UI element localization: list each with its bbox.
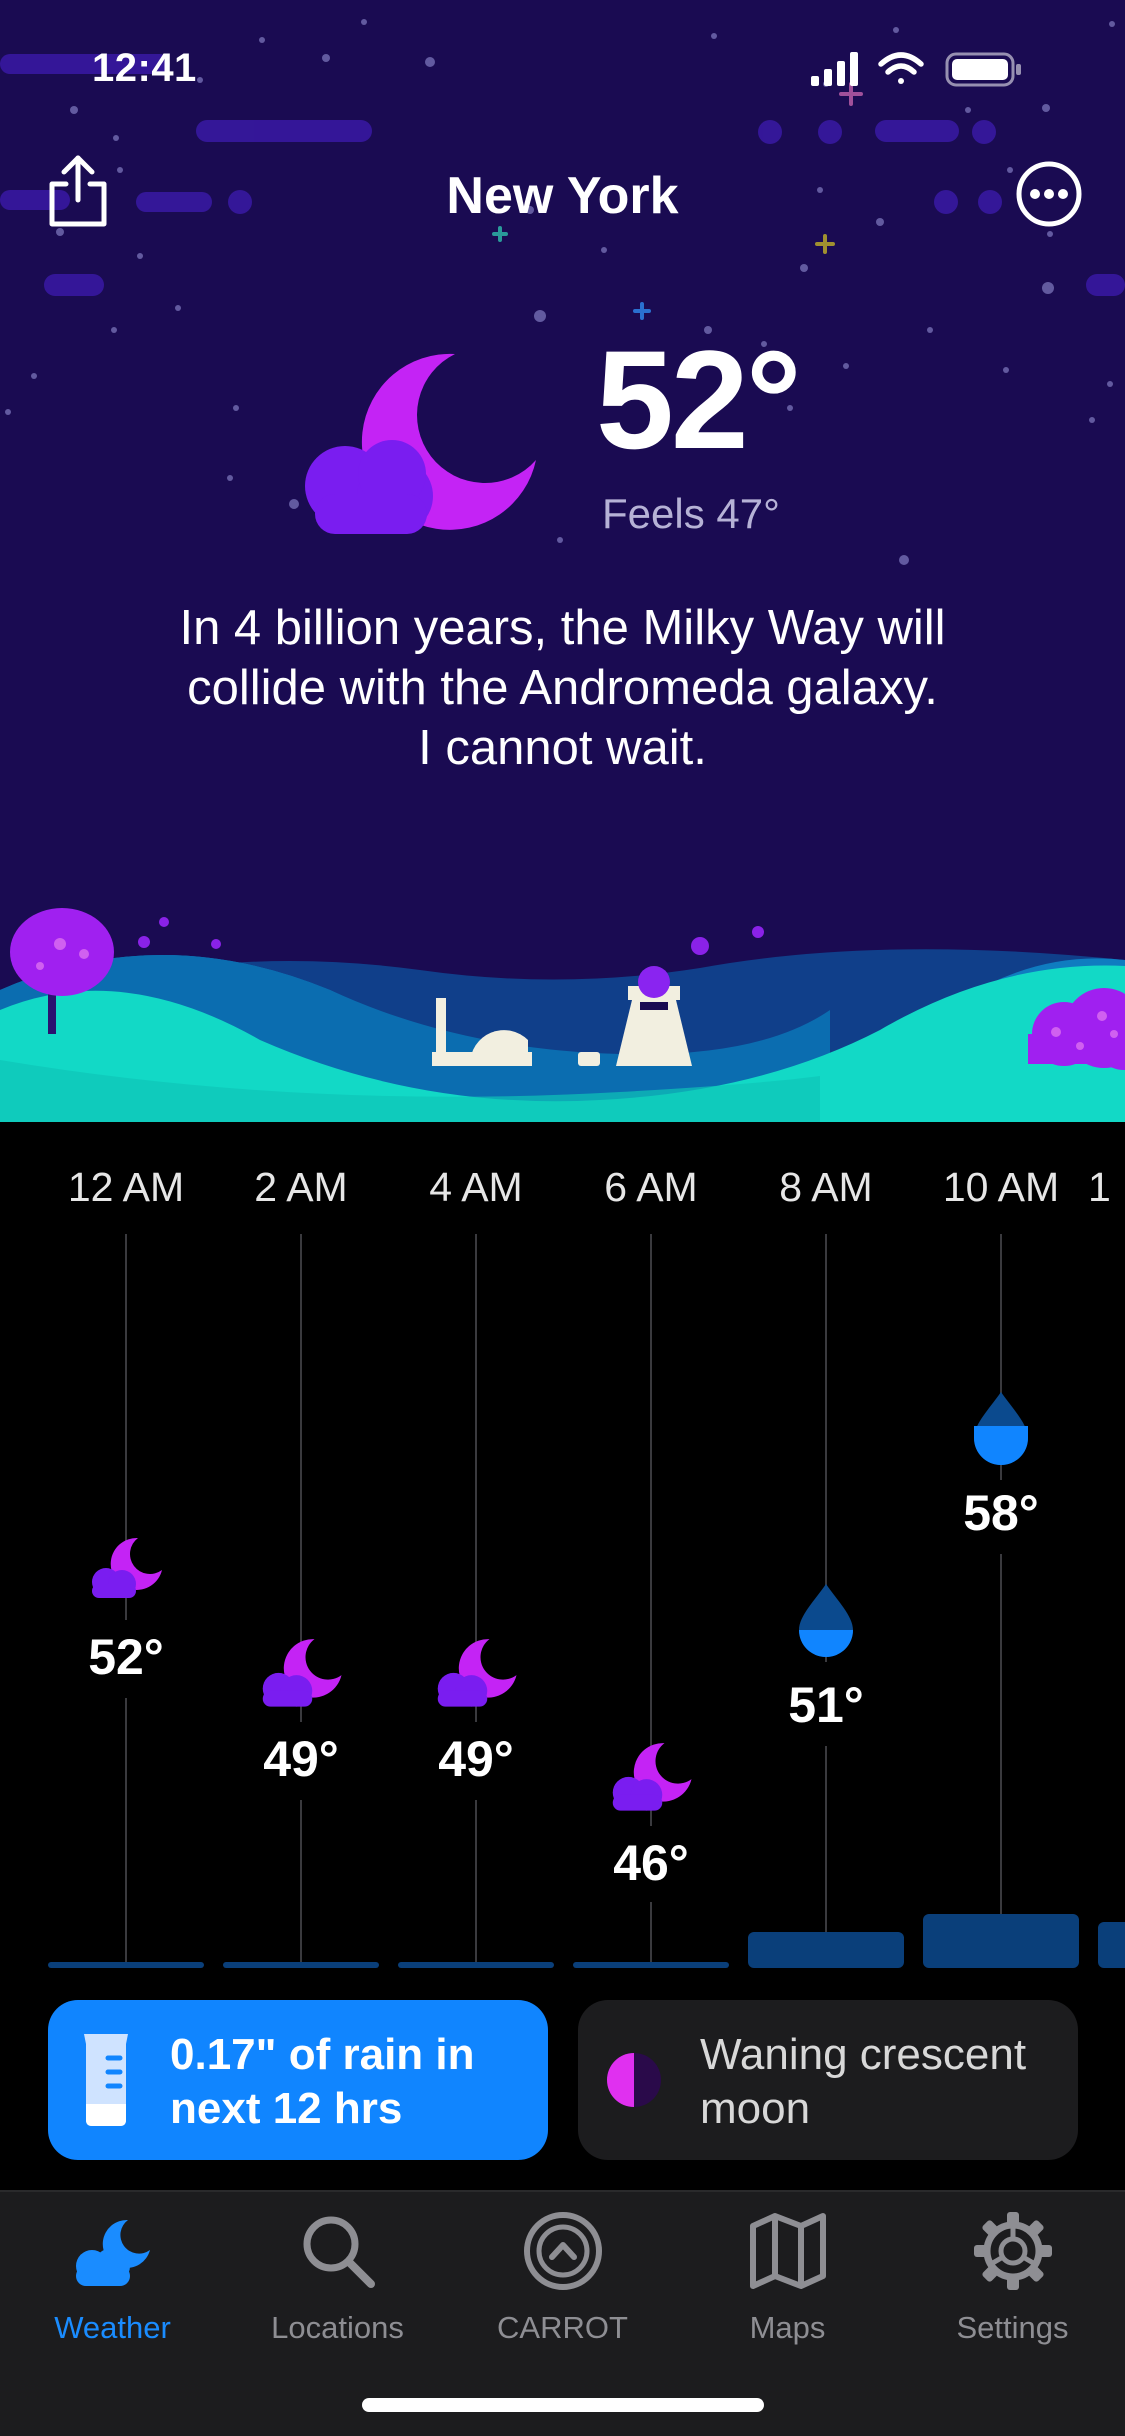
- hour-temperature: 46°: [613, 1835, 689, 1891]
- moon-phase-card[interactable]: Waning crescent moon: [578, 2000, 1078, 2160]
- wifi-icon: [878, 52, 924, 84]
- moon-phase-line: moon: [700, 2084, 811, 2133]
- ellipsis-icon: [1016, 161, 1082, 227]
- precip-bar: [1098, 1922, 1125, 1968]
- weather-quip: In 4 billion years, the Milky Way will c…: [90, 598, 1035, 778]
- hour-guide-line: [475, 1800, 477, 1966]
- moon-phase-line: Waning crescent: [700, 2030, 1027, 2079]
- tab-carrot[interactable]: CARROT: [450, 2192, 675, 2392]
- rain-summary-card[interactable]: 0.17" of rain in next 12 hrs: [48, 2000, 548, 2160]
- status-bar-time: 12:41: [92, 46, 197, 90]
- cellular-signal-icon: [811, 52, 858, 86]
- quip-line: In 4 billion years, the Milky Way will: [179, 601, 946, 655]
- tab-locations[interactable]: Locations: [225, 2192, 450, 2392]
- moon-phase-icon: [607, 2053, 661, 2107]
- hour-temperature: 49°: [263, 1731, 339, 1787]
- hour-temperature: 52°: [88, 1629, 164, 1685]
- tab-label: Weather: [54, 2310, 171, 2345]
- current-temperature: 52°: [596, 321, 802, 478]
- tab-label: Maps: [749, 2310, 826, 2345]
- hour-guide-line: [825, 1746, 827, 1942]
- precip-bar: [48, 1962, 204, 1968]
- hero-panel: 12:41 New York 52° Feels 47° In 4 billio…: [0, 0, 1125, 1122]
- home-indicator[interactable]: [362, 2398, 764, 2412]
- carrot-icon: [524, 2212, 602, 2290]
- tab-label: Settings: [956, 2310, 1069, 2345]
- precip-bar: [923, 1914, 1079, 1968]
- feels-like-temperature: Feels 47°: [602, 490, 780, 537]
- precip-bar: [223, 1962, 379, 1968]
- status-bar-icons: [811, 52, 1021, 87]
- hour-temperature: 51°: [788, 1677, 864, 1733]
- hour-time: 4 AM: [429, 1164, 523, 1210]
- moon-cloud-icon: [612, 1743, 692, 1811]
- moon-cloud-icon: [305, 353, 536, 534]
- hour-time: 6 AM: [604, 1164, 698, 1210]
- location-title: New York: [446, 167, 679, 225]
- tab-label: Locations: [271, 2310, 404, 2345]
- hour-time: 2 AM: [254, 1164, 348, 1210]
- moon-cloud-icon: [437, 1639, 517, 1707]
- precip-bar: [398, 1962, 554, 1968]
- rain-summary-text: 0.17" of rain in next 12 hrs: [170, 2028, 475, 2136]
- hour-temperature: 49°: [438, 1731, 514, 1787]
- hour-guide-line: [650, 1902, 652, 1966]
- hour-time: 8 AM: [779, 1164, 873, 1210]
- hour-time: 10 AM: [942, 1164, 1060, 1210]
- hour-time: 12 AM: [67, 1164, 185, 1210]
- battery-icon: [945, 52, 1021, 87]
- quip-line: collide with the Andromeda galaxy.: [187, 661, 938, 715]
- gear-icon: [974, 2212, 1052, 2290]
- tab-weather[interactable]: Weather: [0, 2192, 225, 2392]
- raindrop-icon: [974, 1392, 1028, 1465]
- moon-cloud-icon: [92, 1537, 162, 1598]
- map-icon: [750, 2213, 826, 2289]
- weather-icon: [76, 2219, 150, 2286]
- hour-guide-line: [300, 1800, 302, 1966]
- rain-summary-line: next 12 hrs: [170, 2084, 403, 2133]
- moon-phase-text: Waning crescent moon: [700, 2028, 1026, 2136]
- precip-bar: [748, 1932, 904, 1968]
- precip-bar: [573, 1962, 729, 1968]
- search-icon: [303, 2216, 375, 2288]
- moon-cloud-icon: [262, 1639, 342, 1707]
- hour-temperature: 58°: [963, 1485, 1039, 1541]
- tab-settings[interactable]: Settings: [900, 2192, 1125, 2392]
- hour-time: 1: [1088, 1164, 1111, 1210]
- rain-summary-line: 0.17" of rain in: [170, 2030, 475, 2079]
- hour-guide-line: [1000, 1554, 1002, 1932]
- hour-guide-line: [125, 1698, 127, 1966]
- rain-gauge-icon: [84, 2034, 128, 2126]
- more-options-button[interactable]: [1015, 160, 1083, 228]
- raindrop-icon: [799, 1584, 853, 1657]
- hourly-forecast[interactable]: 12 AM 52° 2 AM 49° 4 AM 49° 6 AM 46° 8 A…: [0, 1122, 1125, 2002]
- tab-label: CARROT: [497, 2310, 628, 2345]
- quip-line: I cannot wait.: [418, 721, 707, 775]
- tab-maps[interactable]: Maps: [675, 2192, 900, 2392]
